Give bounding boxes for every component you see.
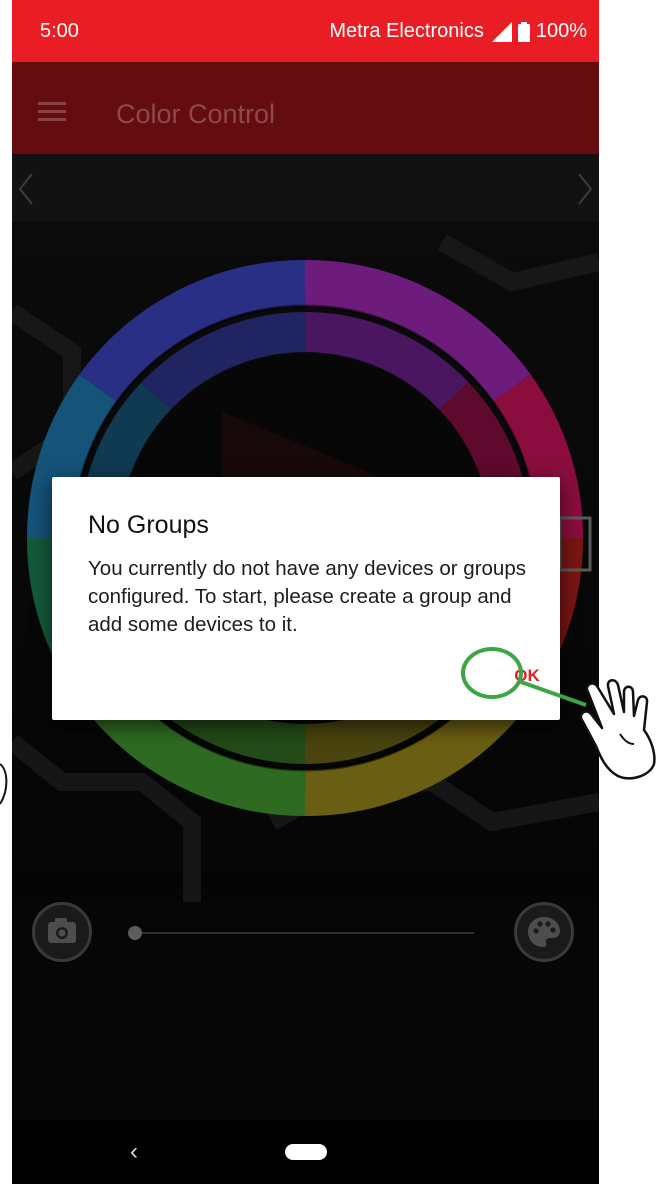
system-nav-bar: ‹ (12, 1120, 599, 1184)
status-time: 5:00 (40, 20, 79, 42)
dialog-message: You currently do not have any devices or… (88, 557, 526, 636)
carrier-name: Metra Electronics (329, 20, 484, 42)
brightness-row (12, 902, 599, 972)
app-title: Color Control (116, 99, 276, 129)
camera-icon (48, 918, 76, 943)
status-bar: 5:00 Metra Electronics 100% (12, 0, 599, 62)
battery-icon (517, 21, 530, 42)
status-right: Metra Electronics 100% (329, 20, 587, 43)
palette-button[interactable] (514, 902, 574, 962)
hand-pointer-icon (579, 679, 656, 780)
home-pill-icon[interactable] (285, 1144, 327, 1160)
hamburger-menu-icon[interactable] (38, 102, 66, 122)
brightness-slider-track[interactable] (134, 932, 474, 934)
palette-icon (528, 917, 560, 947)
app-bar: Color Control (12, 62, 599, 154)
signal-icon (491, 21, 512, 42)
left-edge-mark (0, 763, 8, 805)
back-button[interactable]: ‹ (130, 1138, 138, 1166)
ok-highlight-circle (461, 647, 523, 699)
brightness-slider-thumb[interactable] (128, 926, 142, 940)
battery-percent: 100% (535, 20, 587, 42)
dialog-title: No Groups (88, 511, 209, 539)
camera-button[interactable] (32, 902, 92, 962)
chevron-right-icon[interactable] (577, 172, 593, 206)
chevron-left-icon[interactable] (18, 172, 34, 206)
group-nav-strip (12, 154, 599, 222)
